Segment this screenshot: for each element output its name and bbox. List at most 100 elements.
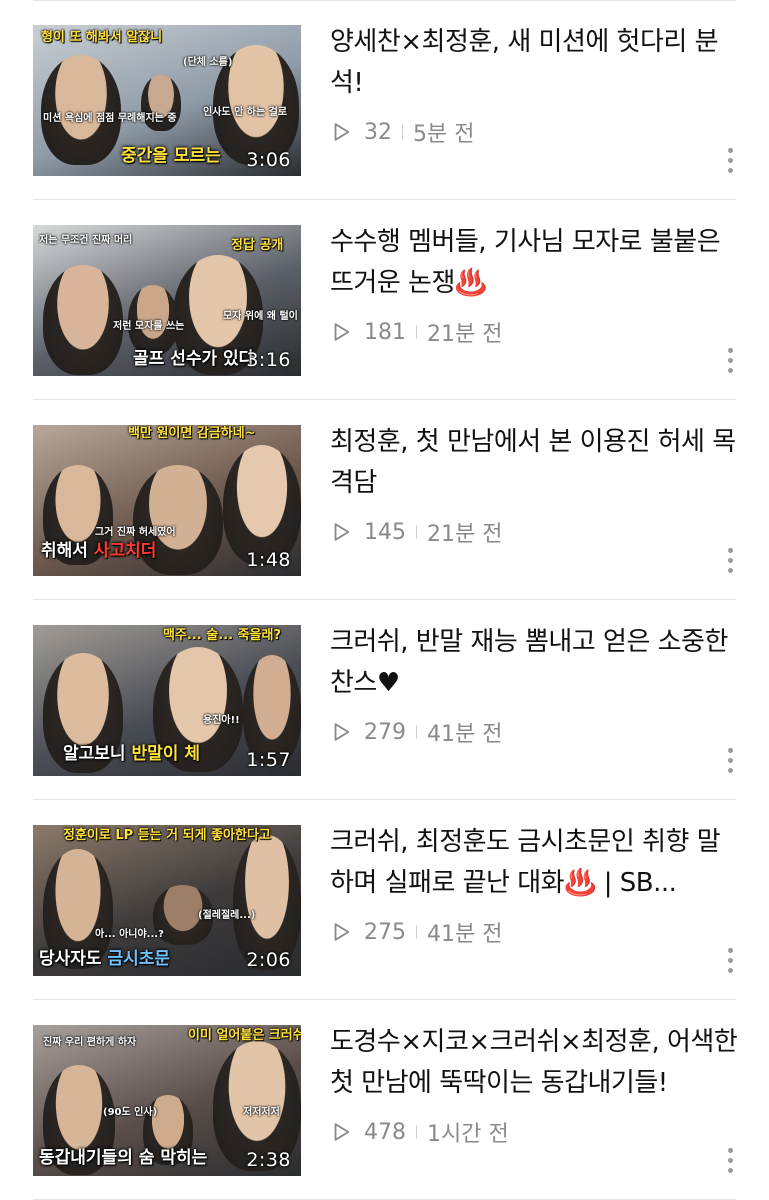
thumbnail-caption-mid: (90도 인사) [103,1107,158,1118]
video-list-item[interactable]: 백만 원이면 감금하네~ 그거 진짜 허세였어 취해서 사고치더 1:48 최정… [0,400,769,600]
video-thumbnail[interactable]: 정훈이로 LP 듣는 거 되게 좋아한다고 (절레절레...) 아... 아니야… [33,825,301,976]
thumbnail-caption-top: 백만 원이면 감금하네~ [128,426,256,441]
time-ago: 21분 전 [427,522,503,547]
video-list-item[interactable]: 이미 얼어붙은 크러쉬 (90도 인사) 진짜 우리 편하게 하자 저저저저 동… [0,1000,769,1200]
more-vertical-icon [727,1147,733,1153]
video-meta: 275 41분 전 [330,917,502,947]
thumbnail-caption-mid: 그거 진짜 허세였어 [95,527,176,538]
view-count: 181 [364,319,406,345]
thumbnail-caption-bottom: 동갑내기들의 숨 막히는 [39,1149,207,1168]
video-list-item[interactable]: 맥주... 술... 죽을래? 용진아!! 알고보니 반말이 체 1:57 크러… [0,600,769,800]
video-meta: 478 1시간 전 [330,1117,509,1147]
time-ago: 41분 전 [427,722,503,747]
video-thumbnail[interactable]: 정답 공개 저는 무조건 진짜 머리 저런 모자를 쓰는 모자 위에 왜 털이 … [33,225,301,376]
play-outline-icon [334,1123,350,1141]
meta-separator [416,325,417,339]
thumbnail-caption-bottom: 골프 선수가 있다 [133,350,254,369]
thumbnail-caption-top: 정답 공개 [231,238,284,253]
more-options-button[interactable] [718,540,742,580]
video-duration: 3:06 [246,149,291,171]
more-vertical-icon [727,747,733,753]
thumbnail-caption-bottom-highlight: 사고치더 [93,541,157,561]
more-vertical-icon [727,147,733,153]
play-outline-icon [334,923,350,941]
thumbnail-person [223,445,301,565]
thumbnail-caption-small: 모자 위에 왜 털이 있나고! [223,311,301,322]
more-vertical-icon-dot [727,157,733,163]
more-vertical-icon-dot [727,1167,733,1173]
thumbnail-person [41,55,121,165]
thumbnail-caption-bottom: 취해서 사고치더 [41,542,156,561]
video-meta: 145 21분 전 [330,517,502,547]
thumbnail-caption-mid: (절레절레...) [198,910,256,921]
thumbnail-caption-small: 인사도 안 하는 걸로 [203,107,288,118]
thumbnail-person [128,285,178,355]
thumbnail-caption-small: 진짜 우리 편하게 하자 [43,1037,137,1048]
more-options-button[interactable] [718,740,742,780]
video-list-item[interactable]: 정답 공개 저는 무조건 진짜 머리 저런 모자를 쓰는 모자 위에 왜 털이 … [0,200,769,400]
thumbnail-caption-small: 미션 욕심에 점점 무례해지는 중 [43,113,177,124]
thumbnail-caption-mid: 용진아!! [203,715,240,726]
video-meta: 279 41분 전 [330,717,502,747]
video-title[interactable]: 크러쉬, 반말 재능 뽐내고 얻은 소중한 찬스♥ [330,622,740,704]
thumbnail-caption-bottom-highlight: 반말이 체 [131,744,200,764]
video-title[interactable]: 도경수×지코×크러쉬×최정훈, 어색한 첫 만남에 뚝딱이는 동갑내기들! [330,1022,740,1104]
more-vertical-icon-dot [727,1157,733,1163]
video-list: 형이 또 해봐서 알잖니 (단체 소름) 미션 욕심에 점점 무례해지는 중 인… [0,0,769,1200]
more-vertical-icon-dot [727,367,733,373]
meta-separator [402,125,403,139]
view-count: 478 [364,1119,406,1145]
thumbnail-caption-small: 저저저저 [243,1107,280,1118]
video-meta: 181 21분 전 [330,317,502,347]
view-count: 32 [364,119,392,145]
thumbnail-caption-small: 저런 모자를 쓰는 [113,321,185,332]
video-meta: 32 5분 전 [330,117,474,147]
more-options-button[interactable] [718,940,742,980]
more-options-button[interactable] [718,1140,742,1180]
play-outline-icon [334,323,350,341]
more-vertical-icon-dot [727,167,733,173]
video-list-item[interactable]: 정훈이로 LP 듣는 거 되게 좋아한다고 (절레절레...) 아... 아니야… [0,800,769,1000]
thumbnail-caption-bottom: 중간을 모르는 [121,147,221,166]
video-title[interactable]: 양세찬×최정훈, 새 미션에 헛다리 분석! [330,22,740,104]
thumbnail-caption-mid: (단체 소름) [183,57,233,68]
view-count: 279 [364,719,406,745]
thumbnail-caption-bottom-text: 중간을 모르는 [121,146,221,166]
meta-separator [416,1125,417,1139]
video-title[interactable]: 수수행 멤버들, 기사님 모자로 불붙은 뜨거운 논쟁♨️ [330,222,740,304]
video-duration: 2:38 [246,1149,291,1171]
video-thumbnail[interactable]: 이미 얼어붙은 크러쉬 (90도 인사) 진짜 우리 편하게 하자 저저저저 동… [33,1025,301,1176]
video-duration: 3:16 [246,349,291,371]
time-ago: 41분 전 [427,922,503,947]
time-ago: 1시간 전 [427,1122,509,1147]
thumbnail-caption-top: 정훈이로 LP 듣는 거 되게 좋아한다고 [63,828,271,843]
thumbnail-caption-top: 이미 얼어붙은 크러쉬 [188,1028,301,1043]
video-title[interactable]: 크러쉬, 최정훈도 금시초문인 취향 말하며 실패로 끝난 대화♨️ | SB.… [330,822,740,904]
thumbnail-caption-small: 아... 아니야...? [95,929,164,940]
play-outline-icon [334,123,350,141]
more-vertical-icon-dot [727,757,733,763]
view-count: 145 [364,519,406,545]
more-vertical-icon-dot [727,357,733,363]
thumbnail-person [43,265,123,375]
more-options-button[interactable] [718,140,742,180]
view-count: 275 [364,919,406,945]
thumbnail-caption-bottom-text: 알고보니 [63,744,132,764]
video-list-item[interactable]: 형이 또 해봐서 알잖니 (단체 소름) 미션 욕심에 점점 무례해지는 중 인… [0,0,769,200]
thumbnail-caption-mid: 저는 무조건 진짜 머리 [39,235,133,246]
video-thumbnail[interactable]: 백만 원이면 감금하네~ 그거 진짜 허세였어 취해서 사고치더 1:48 [33,425,301,576]
video-duration: 2:06 [246,949,291,971]
more-vertical-icon [727,347,733,353]
meta-separator [416,525,417,539]
video-title[interactable]: 최정훈, 첫 만남에서 본 이용진 허세 목격담 [330,422,740,504]
more-options-button[interactable] [718,340,742,380]
more-vertical-icon [727,547,733,553]
video-thumbnail[interactable]: 형이 또 해봐서 알잖니 (단체 소름) 미션 욕심에 점점 무례해지는 중 인… [33,25,301,176]
meta-separator [416,925,417,939]
video-duration: 1:57 [246,749,291,771]
video-thumbnail[interactable]: 맥주... 술... 죽을래? 용진아!! 알고보니 반말이 체 1:57 [33,625,301,776]
thumbnail-caption-bottom: 당사자도 금시초문 [39,950,170,969]
more-vertical-icon-dot [727,767,733,773]
more-vertical-icon-dot [727,967,733,973]
thumbnail-caption-top: 맥주... 술... 죽을래? [163,628,281,643]
